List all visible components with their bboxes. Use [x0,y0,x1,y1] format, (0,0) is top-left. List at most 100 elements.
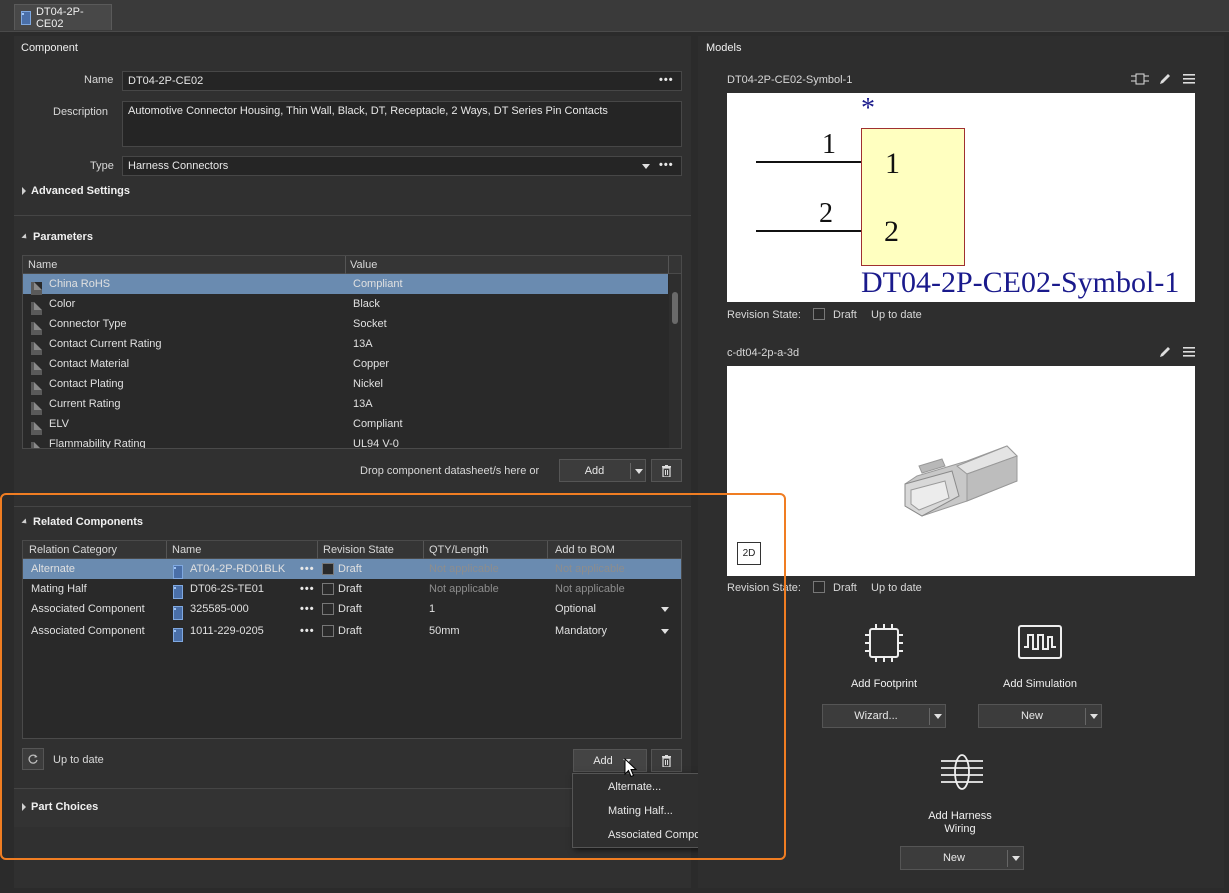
parameter-name: China RoHS [49,278,111,290]
type-label: Type [90,160,114,172]
column-header-name[interactable]: Name [28,259,57,271]
model3d-draft-label: Draft [833,582,857,594]
parameter-name: Contact Material [49,358,130,370]
name-label: Name [84,74,114,86]
column-divider[interactable] [345,256,346,274]
chevron-down-icon[interactable] [1090,714,1098,719]
parameter-icon [31,341,42,355]
symbol-body [861,128,965,266]
model3d-draft-checkbox[interactable] [813,581,825,593]
pin-1-designator: 1 [885,147,900,180]
type-more-button[interactable]: ••• [659,159,674,171]
parameter-row[interactable]: Connector Type Socket [23,314,668,335]
component-icon [21,10,31,25]
menu-icon[interactable] [1183,74,1195,84]
connector-3d-render [904,445,1018,517]
model3d-status-text: Up to date [871,582,922,594]
parameter-name: Color [49,298,76,310]
pin-2-designator: 2 [884,215,899,248]
parameter-name: ELV [49,418,69,430]
parameter-row[interactable]: Contact Plating Nickel [23,374,668,395]
add-datasheet-button[interactable]: Add [559,459,646,482]
designator-asterisk: * [861,93,875,124]
parameter-name: Connector Type [49,318,127,330]
symbol-preview[interactable]: 1 2 1 2 * DT04-2P-CE02-Symbol-1 [727,93,1195,302]
symbol-model-name: DT04-2P-CE02-Symbol-1 [727,74,853,86]
model3d-name: c-dt04-2p-a-3d [727,347,800,359]
parameter-icon [31,361,42,375]
parameters-section-header[interactable]: Parameters [21,231,93,243]
description-field[interactable]: Automotive Connector Housing, Thin Wall,… [122,101,682,147]
parameter-value: Socket [353,318,387,330]
parameters-table: Name Value China RoHS Compliant Color Black… [22,255,682,449]
symbol-draft-checkbox[interactable] [813,308,825,320]
symbol-caption: DT04-2P-CE02-Symbol-1 [861,266,1180,299]
chevron-down-icon[interactable] [635,469,643,474]
document-tab[interactable]: DT04-2P-CE02 [14,4,112,30]
related-components-highlight [0,493,786,860]
delete-datasheet-button[interactable] [651,459,682,482]
parameter-row[interactable]: China RoHS Compliant [23,274,668,295]
advanced-settings-toggle[interactable]: Advanced Settings [22,185,130,197]
harness-wiring-icon[interactable] [940,753,984,791]
parameter-icon [31,421,42,435]
footprint-chip-icon[interactable] [864,623,904,663]
column-divider [668,256,669,274]
simulation-waveform-icon[interactable] [1018,625,1062,659]
scrollbar-thumb[interactable] [672,292,678,324]
parameter-value: Compliant [353,418,403,430]
parameter-value: Nickel [353,378,383,390]
parameter-name: Contact Plating [49,378,124,390]
parameter-row[interactable]: Contact Current Rating 13A [23,334,668,355]
parameters-rows: China RoHS Compliant Color Black Connector T… [23,274,681,449]
symbol-status-text: Up to date [871,309,922,321]
column-header-value[interactable]: Value [350,259,377,271]
simulation-new-button[interactable]: New [978,704,1102,728]
parameter-value: Black [353,298,380,310]
parameter-value: Compliant [353,278,403,290]
parameter-icon [31,381,42,395]
parameter-icon [31,281,42,295]
parameter-value: Copper [353,358,390,370]
parameter-row[interactable]: ELV Compliant [23,414,668,435]
parameters-scrollbar[interactable] [669,274,681,448]
harness-new-button[interactable]: New [900,846,1024,870]
parameter-row[interactable]: Current Rating 13A [23,394,668,415]
name-more-button[interactable]: ••• [659,74,674,86]
footprint-wizard-button[interactable]: Wizard... [822,704,946,728]
models-section-title: Models [706,42,742,54]
collapse-icon [21,233,29,241]
parameter-value: UL94 V-0 [353,438,399,449]
symbol-revision-label: Revision State: [727,309,801,321]
divider [14,215,691,216]
name-field[interactable]: DT04-2P-CE02 [122,71,682,91]
pin-1-number: 1 [822,129,836,160]
parameter-row[interactable]: Flammability Rating UL94 V-0 [23,434,668,449]
expand-icon [22,187,26,195]
component-section-title: Component [21,42,78,54]
pin-1-line [756,161,861,163]
chevron-down-icon[interactable] [1012,856,1020,861]
add-footprint-label: Add Footprint [850,678,918,690]
parameter-value: 13A [353,338,373,350]
tab-title: DT04-2P-CE02 [35,5,84,30]
parameter-row[interactable]: Color Black [23,294,668,315]
edit-pencil-icon[interactable] [1159,73,1171,85]
pin-2-line [756,230,861,232]
model3d-preview[interactable]: 2D [727,366,1195,576]
pin-mapping-icon[interactable] [1131,73,1149,85]
pin-2-number: 2 [819,198,833,229]
parameters-table-header: Name Value [23,256,681,274]
add-simulation-label: Add Simulation [1003,678,1077,690]
edit-pencil-icon[interactable] [1159,346,1171,358]
description-label: Description [53,106,109,118]
menu-icon[interactable] [1183,347,1195,357]
parameter-icon [31,401,42,415]
chevron-down-icon[interactable] [934,714,942,719]
type-dropdown[interactable]: Harness Connectors [122,156,682,176]
parameter-name: Flammability Rating [49,438,146,449]
parameter-row[interactable]: Contact Material Copper [23,354,668,375]
trash-icon [662,464,671,477]
parameter-value: 13A [353,398,373,410]
chevron-down-icon[interactable] [642,164,650,169]
